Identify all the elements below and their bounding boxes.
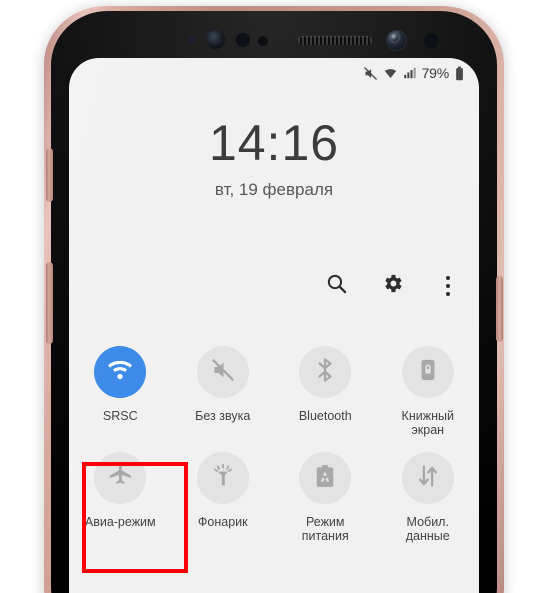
tile-rotation-lock-label: Книжный экран xyxy=(401,409,454,437)
search-button[interactable] xyxy=(323,273,349,299)
tile-srsc-circle xyxy=(94,346,147,398)
tile-mobile-data[interactable]: Мобил. данные xyxy=(377,440,480,546)
tile-mobile-data-circle xyxy=(401,452,454,504)
proximity-sensor xyxy=(236,33,250,47)
tile-rotation-lock-circle xyxy=(401,346,454,398)
wifi-icon xyxy=(383,66,398,81)
iris-scanner xyxy=(206,30,225,49)
quick-settings-row-1: SRSC Без звука Bluetooth Книжный экран xyxy=(69,334,479,440)
mobile-data-icon xyxy=(415,463,441,494)
mute-icon xyxy=(210,357,236,388)
battery-icon xyxy=(454,66,465,81)
tile-power-mode-label: Режим питания xyxy=(301,515,349,543)
earpiece-speaker xyxy=(298,36,372,45)
tile-power-mode-circle xyxy=(299,452,352,504)
wifi-icon xyxy=(106,356,134,389)
clock-date: вт, 19 февраля xyxy=(214,180,334,199)
tile-mobile-data-label: Мобил. данные xyxy=(405,515,450,543)
tile-mute-circle xyxy=(196,346,249,398)
clock-time: 14:16 xyxy=(208,115,340,171)
annotation-highlight-box xyxy=(82,462,188,573)
tile-rotation-lock[interactable]: Книжный экран xyxy=(377,334,480,440)
search-icon xyxy=(325,272,348,300)
quick-panel-toolbar xyxy=(323,273,461,299)
power-mode-icon xyxy=(312,463,338,494)
front-camera xyxy=(386,30,407,51)
tile-mute[interactable]: Без звука xyxy=(172,334,275,440)
screenshot-stage: 79% 14:16 вт, 19 февраля SRSC Без звука … xyxy=(0,0,549,593)
tile-srsc-label: SRSC xyxy=(102,409,138,423)
settings-button[interactable] xyxy=(379,273,405,299)
volume-rocker-button[interactable] xyxy=(46,262,53,344)
rotation-lock-icon xyxy=(415,357,441,388)
tile-mute-label: Без звука xyxy=(195,409,251,423)
more-vertical-icon xyxy=(446,276,450,296)
mute-icon xyxy=(363,66,378,81)
tile-srsc[interactable]: SRSC xyxy=(69,334,172,440)
light-sensor xyxy=(258,36,268,46)
gear-icon xyxy=(381,272,404,300)
tile-bluetooth-label: Bluetooth xyxy=(298,409,352,423)
lockscreen-clock: 14:16 вт, 19 февраля xyxy=(69,118,479,200)
more-options-button[interactable] xyxy=(435,273,461,299)
front-camera-lens xyxy=(391,34,398,41)
ir-sensor xyxy=(188,36,195,43)
bixby-button[interactable] xyxy=(46,148,53,202)
tile-power-mode[interactable]: Режим питания xyxy=(274,440,377,546)
status-bar: 79% xyxy=(363,62,465,84)
battery-percent-label: 79% xyxy=(421,65,450,81)
aux-sensor xyxy=(424,33,439,48)
tile-flashlight-circle xyxy=(196,452,249,504)
tile-bluetooth-circle xyxy=(299,346,352,398)
power-button[interactable] xyxy=(496,276,503,342)
tile-flashlight-label: Фонарик xyxy=(197,515,248,529)
tile-bluetooth[interactable]: Bluetooth xyxy=(274,334,377,440)
flashlight-icon xyxy=(210,463,236,494)
bluetooth-icon xyxy=(312,357,338,388)
signal-bars-icon xyxy=(403,66,417,80)
